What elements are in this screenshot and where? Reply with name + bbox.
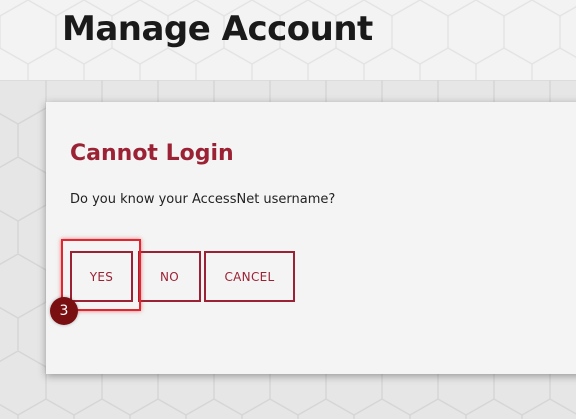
- cancel-button[interactable]: CANCEL: [204, 251, 295, 302]
- dialog-message: Do you know your AccessNet username?: [70, 192, 336, 207]
- dialog-title: Cannot Login: [70, 141, 234, 166]
- cannot-login-dialog: Cannot Login Do you know your AccessNet …: [46, 102, 576, 374]
- header-band: Manage Account: [0, 0, 576, 81]
- page-title: Manage Account: [62, 9, 373, 49]
- no-button[interactable]: NO: [138, 251, 201, 302]
- step-number-badge: 3: [50, 297, 78, 325]
